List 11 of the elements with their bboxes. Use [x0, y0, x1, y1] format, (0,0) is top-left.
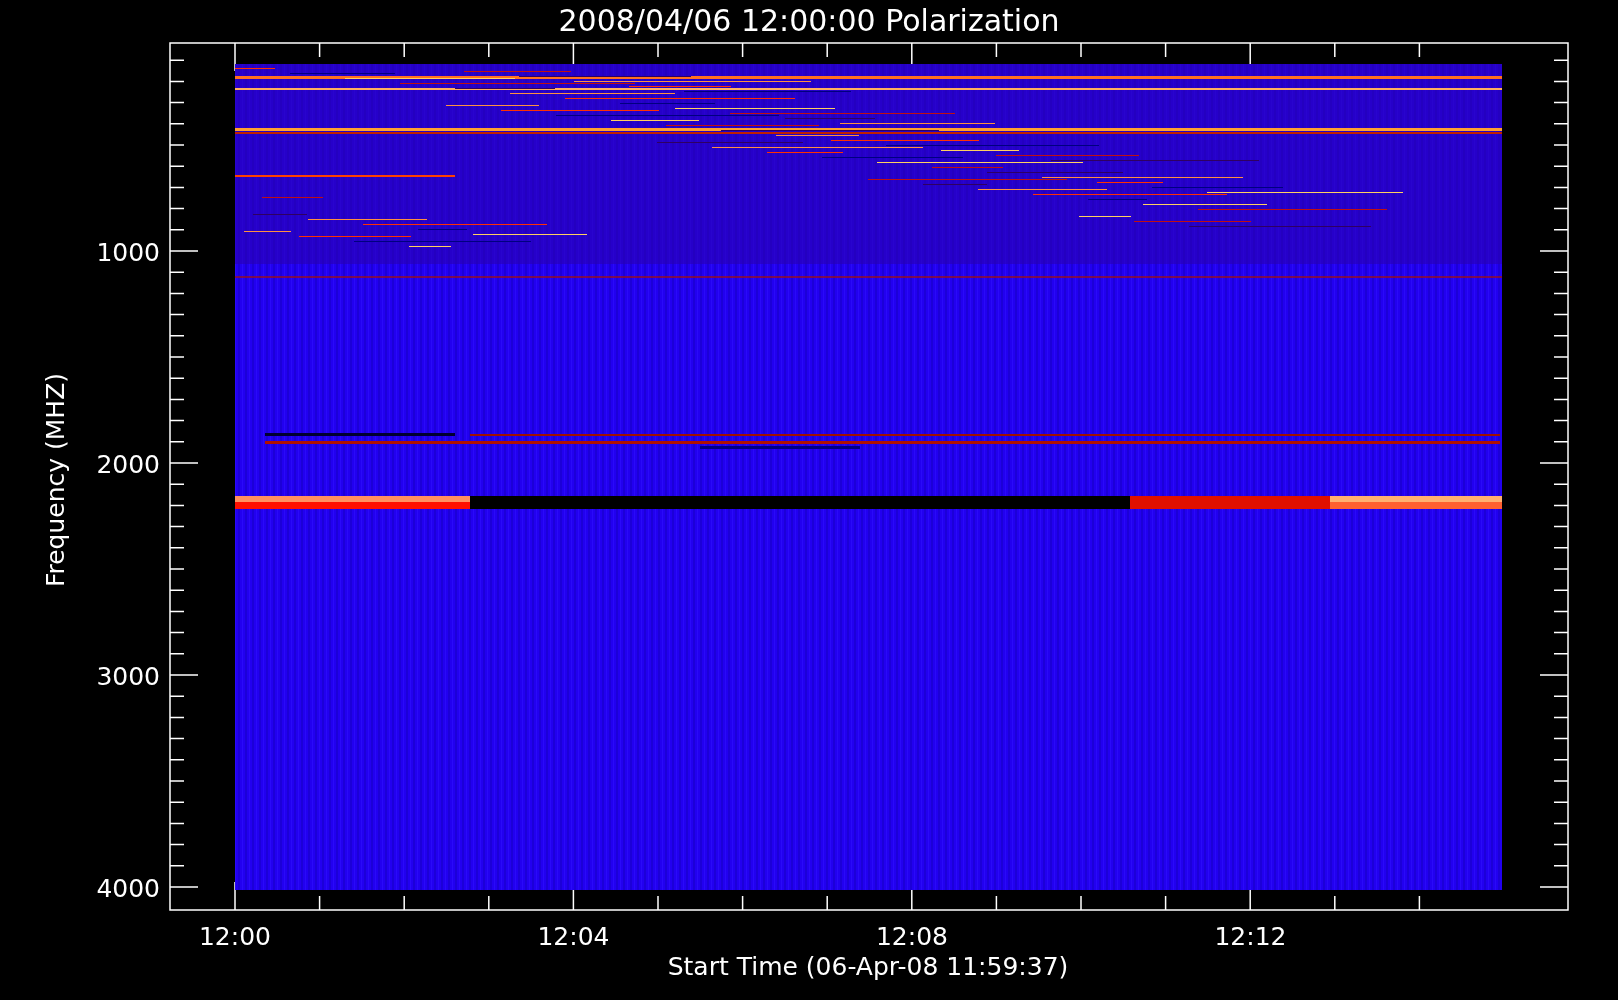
plot-title: 2008/04/06 12:00:00 Polarization: [558, 3, 1060, 38]
y-tick-label: 2000: [96, 450, 160, 479]
y-tick-label: 4000: [96, 874, 160, 903]
x-tick-label: 12:08: [876, 922, 948, 951]
y-tick-label: 1000: [96, 238, 160, 267]
y-tick-label: 3000: [96, 662, 160, 691]
y-axis-label: Frequency (MHZ): [41, 372, 70, 588]
x-tick-label: 12:12: [1214, 922, 1287, 951]
x-tick-label: 12:00: [199, 922, 271, 951]
x-axis-label: Start Time (06-Apr-08 11:59:37): [667, 952, 1069, 981]
x-tick-label: 12:04: [537, 922, 610, 951]
